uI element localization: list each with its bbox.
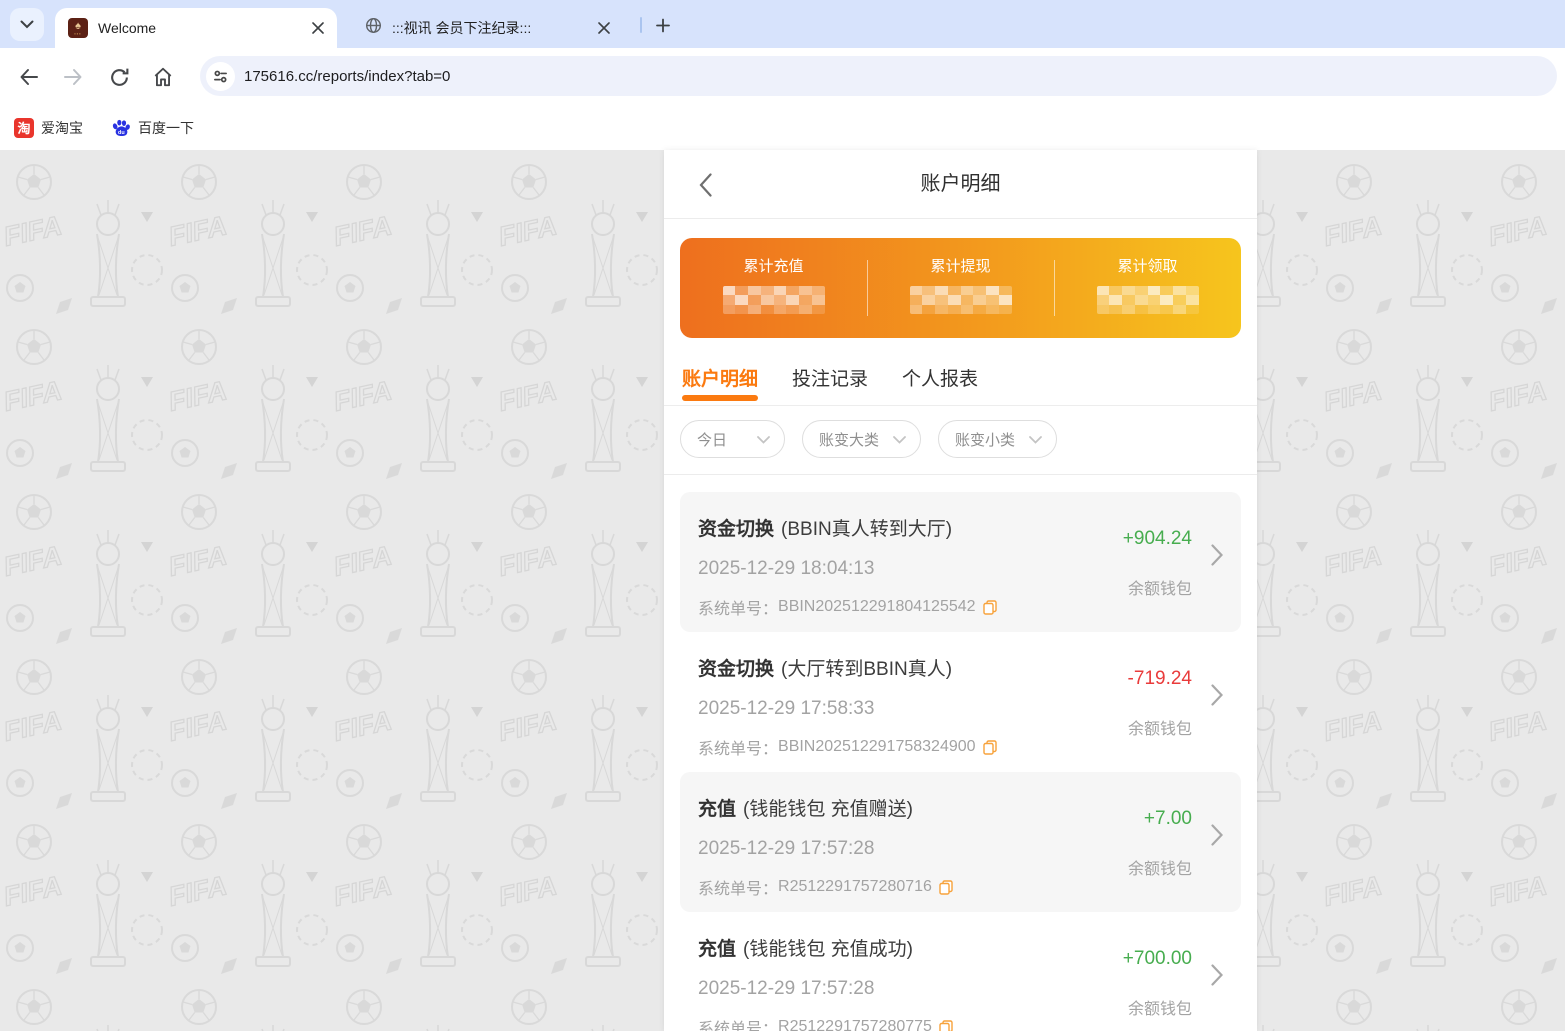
close-icon[interactable] — [309, 19, 327, 37]
tab-betting-records[interactable]: :::视讯 会员下注纪录::: — [347, 8, 623, 48]
chevron-down-icon — [1029, 431, 1042, 448]
chevron-right-icon — [1211, 684, 1224, 711]
tx-wallet: 余额钱包 — [1127, 721, 1192, 738]
filter-minor-category-select[interactable]: 账变小类 — [938, 420, 1057, 458]
panel-header: 账户明细 — [664, 150, 1257, 219]
tab-strip: ♠ ▪▪▪ Welcome :::视讯 会员下注纪录::: — [0, 0, 1565, 48]
site-settings-icon[interactable] — [206, 61, 235, 91]
home-button[interactable] — [150, 64, 176, 90]
tx-subtitle: (钱能钱包 充值成功) — [743, 939, 913, 960]
tab-welcome[interactable]: ♠ ▪▪▪ Welcome — [55, 8, 337, 48]
transaction-row[interactable]: 充值 (钱能钱包 充值赠送) 2025-12-29 17:57:28 系统单号： R… — [680, 772, 1241, 912]
summary-label: 累计领取 — [1117, 258, 1178, 275]
total-withdraw: 累计提现 — [867, 238, 1054, 338]
order-label: 系统单号： — [698, 1021, 779, 1031]
tx-type: 充值 — [698, 799, 737, 820]
tx-amount: +700.00 — [1122, 948, 1192, 969]
casino-brand-icon: ♠ ▪▪▪ — [68, 18, 88, 38]
page-viewport: FIFA 账户明细 — [0, 150, 1565, 1031]
order-number: BBIN202512291804125542 — [778, 598, 976, 615]
new-tab-button[interactable] — [650, 12, 676, 38]
total-claimed: 累计领取 — [1054, 238, 1241, 338]
tx-type: 资金切换 — [698, 659, 775, 680]
filter-label: 账变小类 — [955, 431, 1016, 449]
chevron-right-icon — [1211, 964, 1224, 991]
tab-personal-report[interactable]: 个人报表 — [902, 364, 978, 405]
filter-label: 账变大类 — [819, 431, 880, 449]
tx-wallet: 余额钱包 — [1127, 581, 1192, 598]
url-text: 175616.cc/reports/index?tab=0 — [244, 67, 451, 85]
tab-search-button[interactable] — [10, 8, 44, 41]
copy-icon[interactable] — [982, 599, 997, 615]
filter-label: 今日 — [697, 431, 728, 449]
tab-title: :::视讯 会员下注纪录::: — [392, 20, 532, 36]
copy-icon[interactable] — [982, 739, 997, 755]
copy-icon[interactable] — [939, 879, 953, 895]
order-label: 系统单号： — [698, 881, 779, 898]
order-label: 系统单号： — [698, 741, 779, 758]
masked-value — [1096, 286, 1199, 314]
bookmark-label: 百度一下 — [138, 119, 194, 136]
chevron-right-icon — [1211, 824, 1224, 851]
reload-button[interactable] — [106, 64, 132, 90]
tx-subtitle: (钱能钱包 充值赠送) — [743, 799, 913, 820]
filter-date-select[interactable]: 今日 — [680, 420, 785, 458]
tab-account-detail[interactable]: 账户明细 — [682, 364, 758, 405]
bookmarks-bar: 淘 爱淘宝 du 百度一下 — [0, 105, 1565, 150]
filter-major-category-select[interactable]: 账变大类 — [802, 420, 921, 458]
close-icon[interactable] — [595, 19, 613, 37]
masked-value — [909, 286, 1012, 314]
transaction-list: 资金切换 (BBIN真人转到大厅) 2025-12-29 18:04:13 系统单… — [664, 475, 1257, 1031]
chevron-down-icon — [893, 431, 906, 448]
bookmark-aitaobao[interactable]: 淘 爱淘宝 — [14, 117, 83, 138]
total-deposit: 累计充值 — [680, 238, 867, 338]
tab-separator — [640, 17, 642, 33]
order-number: R2512291757280775 — [778, 1018, 932, 1031]
totals-summary-card: 累计充值 累计提现 累计领取 — [680, 238, 1241, 338]
tx-subtitle: (BBIN真人转到大厅) — [781, 519, 953, 540]
transaction-row[interactable]: 资金切换 (BBIN真人转到大厅) 2025-12-29 18:04:13 系统单… — [680, 492, 1241, 632]
browser-toolbar: 175616.cc/reports/index?tab=0 — [0, 48, 1565, 105]
filter-row: 今日 账变大类 账变小类 — [664, 406, 1257, 475]
page-title: 账户明细 — [920, 173, 1001, 195]
report-tabs: 账户明细 投注记录 个人报表 — [664, 364, 1257, 406]
transaction-row[interactable]: 资金切换 (大厅转到BBIN真人) 2025-12-29 17:58:33 系统单… — [680, 632, 1241, 772]
summary-label: 累计充值 — [743, 258, 804, 275]
tab-title: Welcome — [98, 20, 157, 36]
tx-amount: +7.00 — [1143, 808, 1192, 829]
globe-icon — [365, 17, 382, 39]
order-label: 系统单号： — [698, 601, 779, 618]
tx-wallet: 余额钱包 — [1127, 1001, 1192, 1018]
taobao-icon: 淘 — [14, 117, 34, 138]
tx-subtitle: (大厅转到BBIN真人) — [781, 659, 953, 680]
tab-bet-records[interactable]: 投注记录 — [792, 364, 868, 405]
forward-button[interactable] — [60, 64, 86, 90]
tx-amount: +904.24 — [1122, 528, 1192, 549]
chevron-right-icon — [1211, 544, 1224, 571]
chevron-down-icon — [757, 431, 770, 448]
order-number: BBIN202512291758324900 — [778, 738, 976, 755]
account-detail-panel: 账户明细 累计充值 累计提现 累计领取 账户明细 投注记录 个人报表 今日 账变… — [664, 150, 1257, 1031]
tx-type: 资金切换 — [698, 519, 775, 540]
tx-type: 充值 — [698, 939, 737, 960]
tx-amount: -719.24 — [1127, 668, 1192, 689]
bookmark-baidu[interactable]: du 百度一下 — [111, 118, 194, 138]
back-button[interactable] — [16, 64, 42, 90]
masked-value — [722, 286, 825, 314]
address-bar[interactable]: 175616.cc/reports/index?tab=0 — [200, 56, 1557, 96]
order-number: R2512291757280716 — [778, 878, 932, 895]
tx-wallet: 余额钱包 — [1127, 861, 1192, 878]
bookmark-label: 爱淘宝 — [41, 119, 83, 136]
chevron-down-icon — [20, 17, 34, 32]
baidu-paw-icon: du — [111, 118, 131, 138]
summary-label: 累计提现 — [930, 258, 991, 275]
transaction-row[interactable]: 充值 (钱能钱包 充值成功) 2025-12-29 17:57:28 系统单号： R… — [680, 912, 1241, 1031]
copy-icon[interactable] — [939, 1019, 953, 1031]
svg-text:du: du — [118, 129, 125, 135]
back-chevron-button[interactable] — [692, 172, 718, 198]
